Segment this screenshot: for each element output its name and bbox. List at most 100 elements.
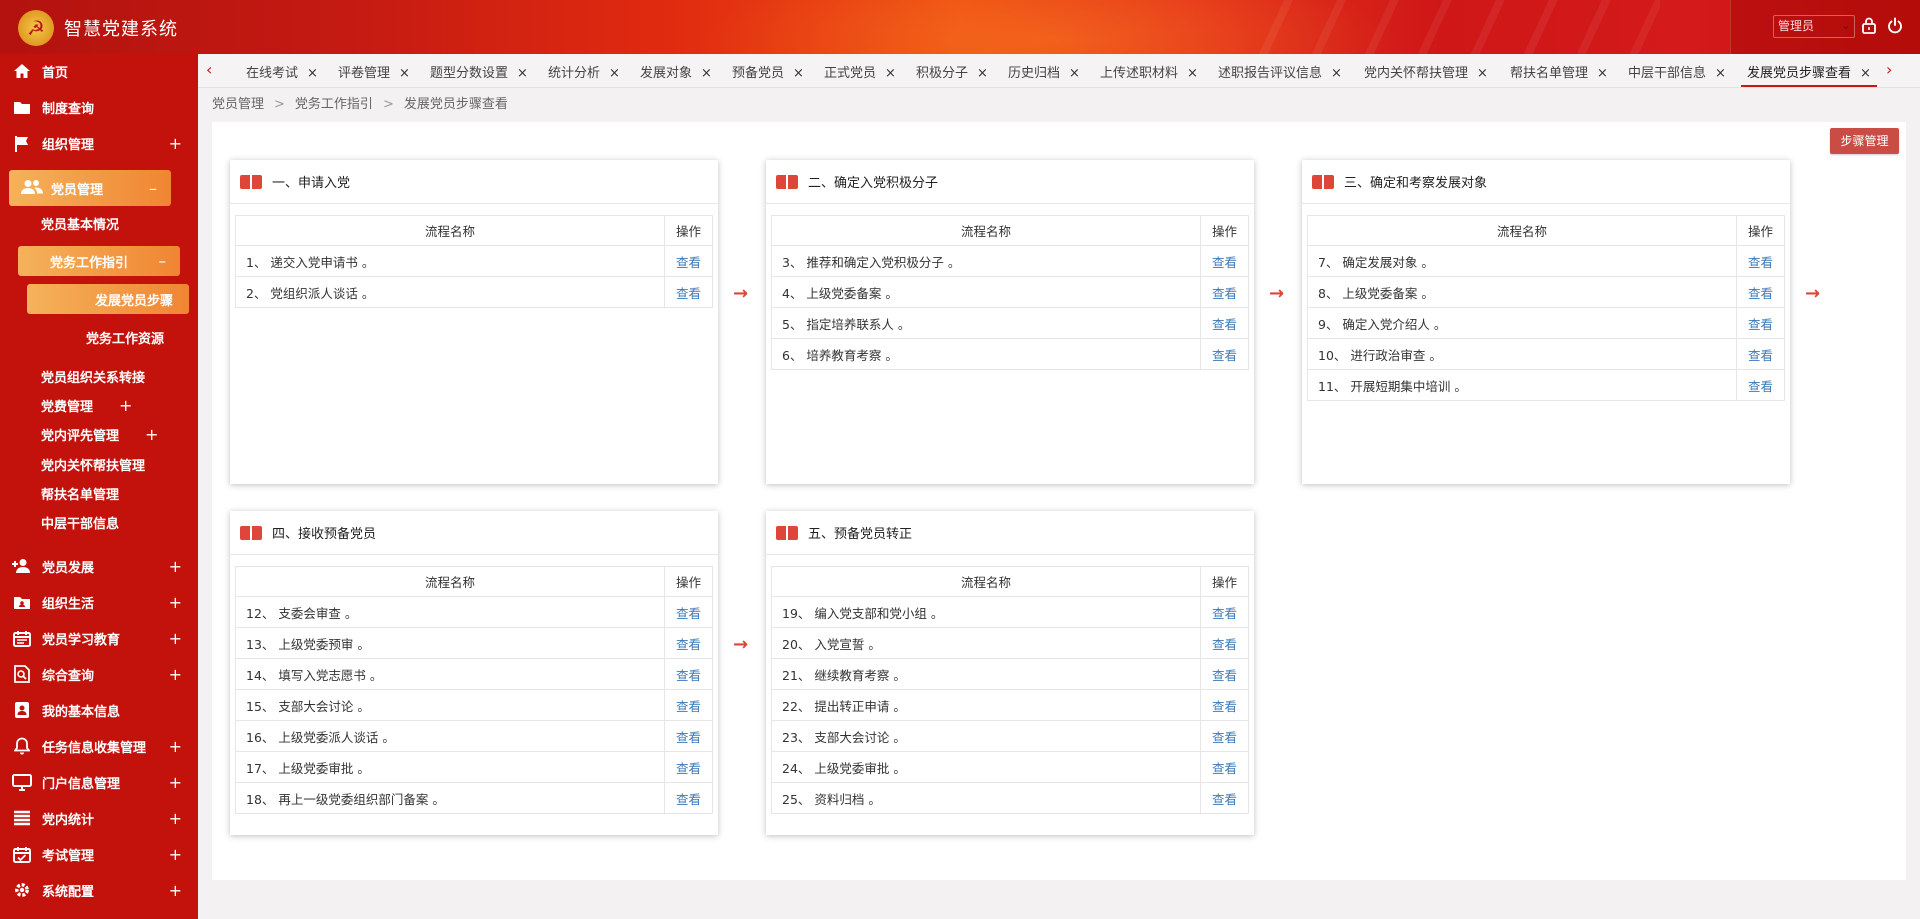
close-icon[interactable]: × [1597, 66, 1608, 81]
view-link[interactable]: 查看 [1200, 245, 1249, 277]
sidebar-item-member-develop[interactable]: 党员发展 + [0, 551, 198, 581]
step-manage-button[interactable]: 步骤管理 [1830, 128, 1899, 154]
tab-activist[interactable]: 积极分子 × [916, 62, 988, 81]
view-link[interactable]: 查看 [1200, 596, 1249, 628]
view-link[interactable]: 查看 [664, 245, 713, 277]
lock-icon[interactable] [1862, 17, 1878, 35]
sidebar-item-query[interactable]: 综合查询 + [0, 659, 198, 689]
sidebar-sub-develop-steps[interactable]: 发展党员步骤 [27, 284, 189, 314]
sidebar-sub-work-resource[interactable]: 党务工作资源 [86, 328, 164, 347]
tab-stats-analysis[interactable]: 统计分析 × [548, 62, 620, 81]
expand-plus-icon[interactable]: + [169, 773, 182, 792]
view-link[interactable]: 查看 [664, 720, 713, 752]
close-icon[interactable]: × [885, 66, 896, 81]
close-icon[interactable]: × [307, 66, 318, 81]
view-link[interactable]: 查看 [1736, 276, 1785, 308]
power-icon[interactable] [1887, 17, 1903, 35]
chevron-right-icon[interactable]: › [1886, 60, 1892, 79]
view-link[interactable]: 查看 [664, 627, 713, 659]
sidebar-item-policy[interactable]: 制度查询 [0, 92, 198, 122]
close-icon[interactable]: × [1069, 66, 1080, 81]
collapse-minus-icon[interactable]: – [149, 179, 157, 198]
tab-report-review[interactable]: 述职报告评议信息 × [1218, 62, 1342, 81]
chevron-left-icon[interactable]: ‹ [206, 60, 212, 79]
sidebar-item-member-mgmt[interactable]: 党员管理 – [9, 170, 171, 206]
sidebar-sub-work-guide[interactable]: 党务工作指引 – [18, 246, 180, 276]
sidebar-item-org[interactable]: 组织管理 + [0, 128, 198, 158]
tab-probationary[interactable]: 预备党员 × [732, 62, 804, 81]
sidebar-item-study[interactable]: 党员学习教育 + [0, 623, 198, 653]
sidebar-sub-aid-list[interactable]: 帮扶名单管理 [41, 484, 119, 503]
close-icon[interactable]: × [517, 66, 528, 81]
tab-develop-steps[interactable]: 发展党员步骤查看 × [1741, 62, 1877, 87]
sidebar-sub-org-transfer[interactable]: 党员组织关系转接 [41, 367, 145, 386]
tab-full-member[interactable]: 正式党员 × [824, 62, 896, 81]
view-link[interactable]: 查看 [1200, 782, 1249, 814]
close-icon[interactable]: × [1715, 66, 1726, 81]
view-link[interactable]: 查看 [664, 658, 713, 690]
tab-aid-list[interactable]: 帮扶名单管理 × [1510, 62, 1608, 81]
sidebar-sub-cadre-info[interactable]: 中层干部信息 [41, 513, 119, 532]
tab-archive[interactable]: 历史归档 × [1008, 62, 1080, 81]
view-link[interactable]: 查看 [1200, 751, 1249, 783]
view-link[interactable]: 查看 [664, 782, 713, 814]
tab-score-settings[interactable]: 题型分数设置 × [430, 62, 528, 81]
close-icon[interactable]: × [701, 66, 712, 81]
tab-develop-target[interactable]: 发展对象 × [640, 62, 712, 81]
view-link[interactable]: 查看 [1736, 307, 1785, 339]
sidebar-item-home[interactable]: 首页 [0, 56, 198, 86]
view-link[interactable]: 查看 [1736, 338, 1785, 370]
sidebar-sub-member-basic[interactable]: 党员基本情况 [41, 214, 119, 233]
tab-grading[interactable]: 评卷管理 × [338, 62, 410, 81]
sidebar-item-exam[interactable]: 考试管理 + [0, 839, 198, 869]
tab-care-aid[interactable]: 党内关怀帮扶管理 × [1364, 62, 1488, 81]
expand-plus-icon[interactable]: + [169, 845, 182, 864]
sidebar-item-config[interactable]: 系统配置 + [0, 875, 198, 905]
tab-upload-report[interactable]: 上传述职材料 × [1100, 62, 1198, 81]
close-icon[interactable]: × [977, 66, 988, 81]
view-link[interactable]: 查看 [664, 276, 713, 308]
view-link[interactable]: 查看 [664, 689, 713, 721]
expand-plus-icon[interactable]: + [169, 593, 182, 612]
sidebar-sub-awards[interactable]: 党内评先管理 + [41, 425, 158, 444]
view-link[interactable]: 查看 [1200, 307, 1249, 339]
sidebar-sub-dues[interactable]: 党费管理 + [41, 396, 132, 415]
view-link[interactable]: 查看 [1200, 658, 1249, 690]
view-link[interactable]: 查看 [1736, 245, 1785, 277]
expand-plus-icon[interactable]: + [145, 425, 158, 444]
view-link[interactable]: 查看 [664, 596, 713, 628]
tab-cadre-info[interactable]: 中层干部信息 × [1628, 62, 1726, 81]
sidebar-sub-care[interactable]: 党内关怀帮扶管理 [41, 455, 145, 474]
view-link[interactable]: 查看 [1736, 369, 1785, 401]
expand-plus-icon[interactable]: + [169, 881, 182, 900]
collapse-minus-icon[interactable]: – [159, 252, 167, 270]
view-link[interactable]: 查看 [664, 751, 713, 783]
sidebar-item-my-info[interactable]: 我的基本信息 [0, 695, 198, 725]
role-select[interactable]: 管理员 ⌄ [1773, 15, 1855, 38]
view-link[interactable]: 查看 [1200, 689, 1249, 721]
breadcrumb-item[interactable]: 党务工作指引 [295, 97, 373, 112]
tab-online-exam[interactable]: 在线考试 × [246, 62, 318, 81]
expand-plus-icon[interactable]: + [169, 737, 182, 756]
breadcrumb-item[interactable]: 党员管理 [212, 97, 264, 112]
sidebar-item-stats[interactable]: 党内统计 + [0, 803, 198, 833]
expand-plus-icon[interactable]: + [169, 134, 182, 153]
expand-plus-icon[interactable]: + [119, 396, 132, 415]
close-icon[interactable]: × [399, 66, 410, 81]
expand-plus-icon[interactable]: + [169, 809, 182, 828]
close-icon[interactable]: × [1187, 66, 1198, 81]
expand-plus-icon[interactable]: + [169, 557, 182, 576]
close-icon[interactable]: × [1860, 66, 1871, 81]
view-link[interactable]: 查看 [1200, 276, 1249, 308]
sidebar-item-task-collect[interactable]: 任务信息收集管理 + [0, 731, 198, 761]
close-icon[interactable]: × [1331, 66, 1342, 81]
view-link[interactable]: 查看 [1200, 338, 1249, 370]
view-link[interactable]: 查看 [1200, 627, 1249, 659]
view-link[interactable]: 查看 [1200, 720, 1249, 752]
close-icon[interactable]: × [1477, 66, 1488, 81]
sidebar-item-org-life[interactable]: 组织生活 + [0, 587, 198, 617]
expand-plus-icon[interactable]: + [169, 665, 182, 684]
close-icon[interactable]: × [793, 66, 804, 81]
expand-plus-icon[interactable]: + [169, 629, 182, 648]
sidebar-item-portal[interactable]: 门户信息管理 + [0, 767, 198, 797]
